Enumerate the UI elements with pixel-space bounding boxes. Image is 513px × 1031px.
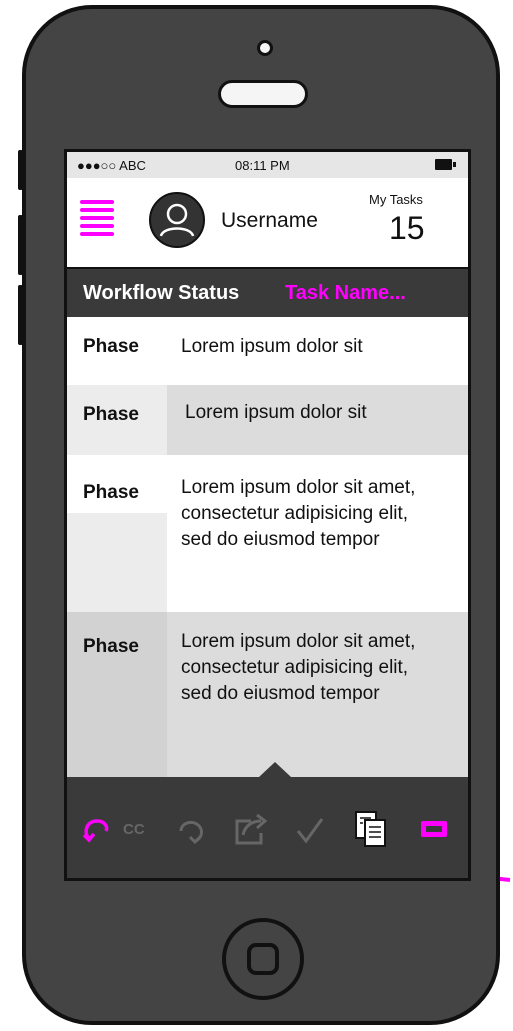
- status-bar: ●●●○○ ABC 08:11 PM: [67, 152, 468, 178]
- username[interactable]: Username: [221, 209, 318, 233]
- workflow-status-bar: Workflow Status Task Name...: [67, 267, 468, 317]
- phase-cell: [67, 513, 167, 612]
- workflow-row[interactable]: Phase Lorem ipsum dolor sit: [67, 317, 468, 385]
- row-text: Lorem ipsum dolor sit: [181, 336, 363, 357]
- my-tasks-count[interactable]: 15: [389, 210, 425, 247]
- toolbar-notch: [259, 762, 291, 777]
- hamburger-menu-icon[interactable]: [80, 200, 114, 240]
- phone-screen: ●●●○○ ABC 08:11 PM Username My Tasks 15 …: [64, 149, 471, 881]
- workflow-row[interactable]: Phase Lorem ipsum dolor sit amet, consec…: [67, 455, 468, 612]
- header: Username My Tasks 15: [67, 178, 468, 266]
- bottom-toolbar: CC: [67, 777, 468, 878]
- workflow-status-label: Workflow Status: [83, 282, 240, 304]
- undo-icon[interactable]: [81, 815, 111, 845]
- share-icon[interactable]: [231, 811, 269, 847]
- workflow-row[interactable]: Phase Lorem ipsum dolor sit: [67, 385, 468, 455]
- volume-button: [18, 150, 23, 190]
- task-name-link[interactable]: Task Name...: [285, 282, 406, 305]
- row-text: Lorem ipsum dolor sit amet, consectetur …: [181, 477, 416, 550]
- volume-down-button: [18, 285, 23, 345]
- phase-label: Phase: [83, 482, 139, 503]
- volume-up-button: [18, 215, 23, 275]
- carrier-signal: ●●●○○ ABC: [77, 158, 146, 173]
- battery-icon: [435, 159, 456, 170]
- user-icon: [159, 203, 195, 237]
- row-text: Lorem ipsum dolor sit amet, consectetur …: [181, 631, 416, 704]
- workflow-row[interactable]: Phase Lorem ipsum dolor sit amet, consec…: [67, 612, 468, 777]
- home-square-icon: [247, 943, 279, 975]
- avatar[interactable]: [149, 192, 205, 248]
- phase-label: Phase: [83, 636, 139, 657]
- check-icon[interactable]: [295, 815, 325, 845]
- status-time: 08:11 PM: [235, 158, 290, 173]
- copy-icon[interactable]: [353, 809, 389, 849]
- cc-icon[interactable]: CC: [123, 821, 145, 838]
- camera-icon: [257, 40, 273, 56]
- my-tasks-label: My Tasks: [369, 192, 423, 207]
- home-button[interactable]: [222, 918, 304, 1000]
- row-text: Lorem ipsum dolor sit: [185, 402, 367, 423]
- battery-toggle-icon[interactable]: [419, 819, 451, 839]
- speaker-grille: [218, 80, 308, 108]
- phase-label: Phase: [83, 336, 139, 357]
- redo-icon[interactable]: [175, 815, 207, 847]
- phase-label: Phase: [83, 404, 139, 425]
